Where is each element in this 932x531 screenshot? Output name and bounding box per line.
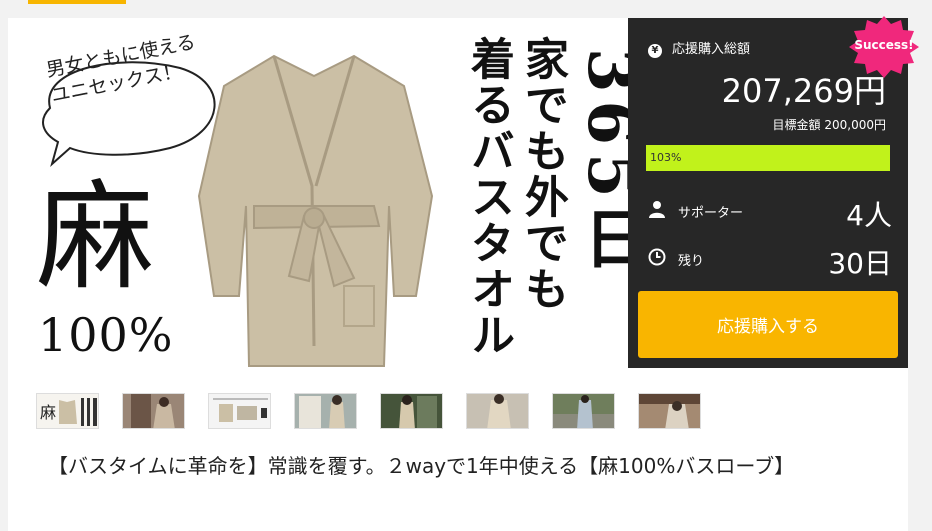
robe-image bbox=[197, 54, 434, 367]
page: 男女ともに使える ユニセックス！ 麻 100% 着るバスタオル 家でも外でも 3… bbox=[0, 0, 932, 531]
project-title: 【バスタイムに革命を】常識を覆す。２wayで1年中使える【麻100%バスローブ】 bbox=[48, 454, 795, 478]
supporters-row: サポーター 4人 bbox=[648, 194, 892, 232]
svg-text:麻: 麻 bbox=[40, 403, 56, 422]
remaining-value: 30日 bbox=[828, 247, 892, 280]
thumbnail-8[interactable] bbox=[638, 393, 701, 429]
thumbnail-5[interactable] bbox=[380, 393, 443, 429]
progress-bar: 103% bbox=[646, 145, 890, 171]
goal-amount: 目標金額 200,000円 bbox=[772, 118, 886, 132]
thumbnail-7[interactable] bbox=[552, 393, 615, 429]
thumbnail-1[interactable]: 麻 bbox=[36, 393, 99, 429]
person-icon bbox=[649, 201, 665, 218]
thumbnail-6[interactable] bbox=[466, 393, 529, 429]
thumbnail-2[interactable] bbox=[122, 393, 185, 429]
total-row: ¥ 応援購入総額 bbox=[648, 38, 750, 58]
success-badge-text: Success! bbox=[854, 38, 914, 52]
headline-col-3: 365日 bbox=[573, 48, 628, 278]
supporters-value: 4人 bbox=[846, 199, 892, 232]
progress-fill bbox=[646, 145, 890, 171]
hemp-kanji: 麻 bbox=[36, 168, 155, 306]
clock-icon bbox=[648, 248, 666, 266]
remaining-row: 残り 30日 bbox=[648, 242, 892, 280]
thumbnail-4[interactable] bbox=[294, 393, 357, 429]
progress-label: 103% bbox=[650, 151, 682, 164]
thumbnail-3[interactable] bbox=[208, 393, 271, 429]
thumbnail-strip: 麻 bbox=[36, 393, 716, 431]
total-label: 応援購入総額 bbox=[672, 42, 751, 57]
remaining-label: 残り bbox=[678, 254, 705, 269]
percent-text: 100% bbox=[38, 308, 174, 362]
top-accent-bar bbox=[28, 0, 126, 4]
supporters-label: サポーター bbox=[678, 206, 744, 221]
buy-button[interactable]: 応援購入する bbox=[638, 291, 898, 358]
hero-image[interactable]: 男女ともに使える ユニセックス！ 麻 100% 着るバスタオル 家でも外でも 3… bbox=[8, 18, 628, 368]
yen-icon: ¥ bbox=[648, 44, 662, 58]
